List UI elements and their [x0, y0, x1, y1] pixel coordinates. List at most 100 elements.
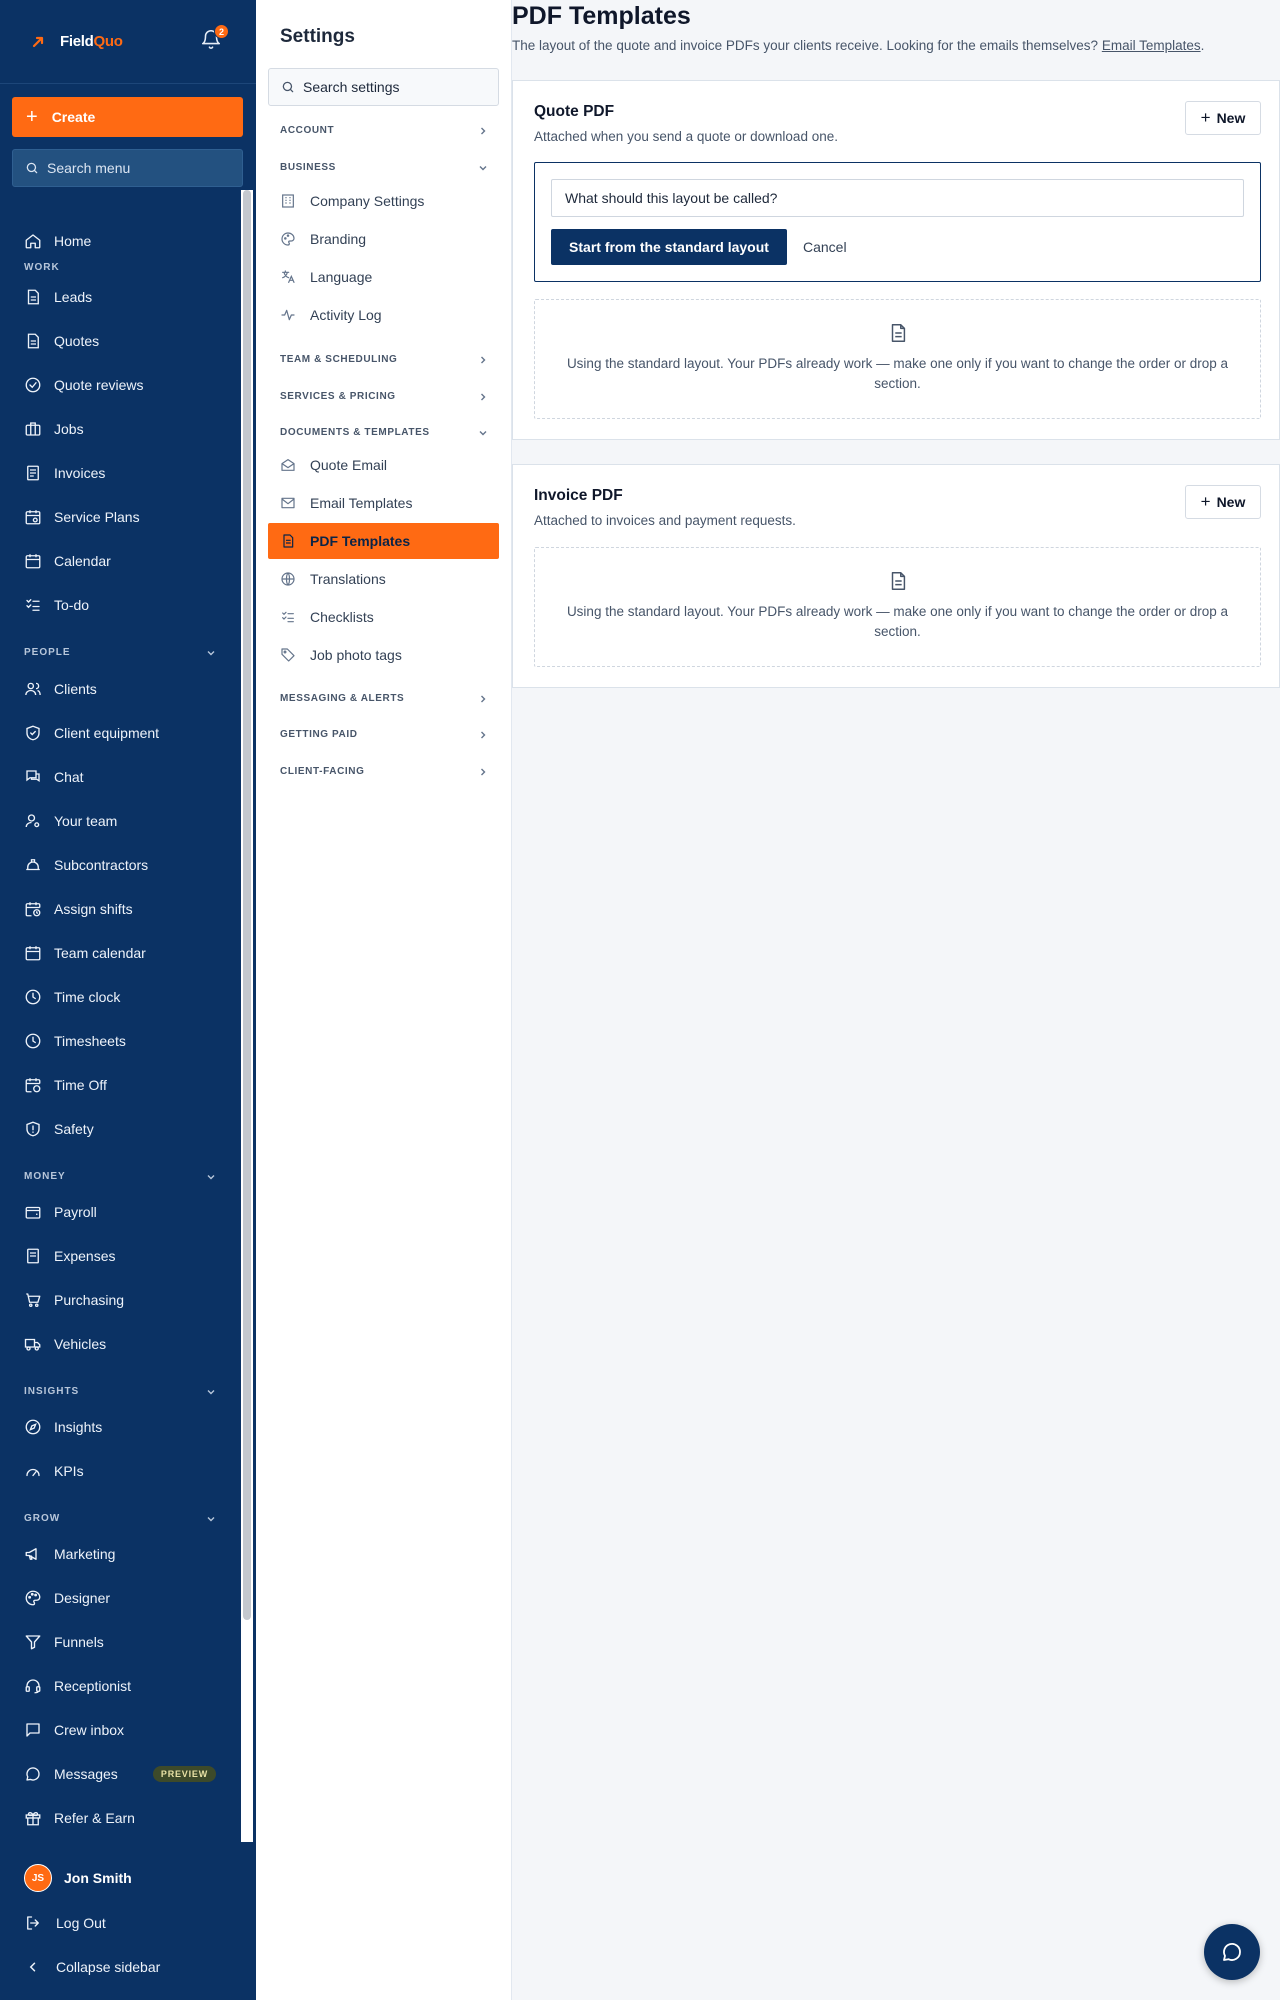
sidebar-item-time-off[interactable]: Time Off: [0, 1067, 240, 1103]
sidebar-item-crew-inbox[interactable]: Crew inbox: [0, 1712, 240, 1748]
sidebar-item-messages[interactable]: Messages PREVIEW: [0, 1756, 240, 1792]
sidebar-item-purchasing[interactable]: Purchasing: [0, 1282, 240, 1318]
quote-pdf-subtitle: Attached when you send a quote or downlo…: [534, 129, 838, 144]
settings-item-pdf-templates[interactable]: PDF Templates: [268, 523, 499, 559]
receipt-icon: [27, 465, 39, 481]
sidebar-item-funnels[interactable]: Funnels: [0, 1624, 240, 1660]
sidebar-item-your-team[interactable]: Your team: [0, 803, 240, 839]
sidebar-item-team-calendar[interactable]: Team calendar: [0, 935, 240, 971]
gift-icon: [25, 1811, 41, 1826]
settings-item-language[interactable]: Language: [268, 259, 499, 295]
chevron-down-icon: [207, 1389, 215, 1394]
sidebar-item-leads[interactable]: Leads: [0, 279, 240, 315]
settings-item-activity-log[interactable]: Activity Log: [268, 297, 499, 333]
sidebar-item-chat[interactable]: Chat: [0, 759, 240, 795]
new-quote-template-button[interactable]: + New: [1185, 101, 1261, 135]
sidebar-item-subcontractors[interactable]: Subcontractors: [0, 847, 240, 883]
chevron-down-icon: [207, 1174, 215, 1179]
plus-icon: +: [1200, 492, 1211, 511]
create-button[interactable]: + Create: [12, 97, 243, 137]
settings-section-documents-templates[interactable]: DOCUMENTS & TEMPLATES: [280, 427, 488, 438]
search-settings-input[interactable]: Search settings: [268, 68, 499, 106]
sidebar-item-kpis[interactable]: KPIs: [0, 1453, 240, 1489]
settings-item-translations[interactable]: Translations: [268, 561, 499, 597]
sidebar-item-vehicles[interactable]: Vehicles: [0, 1326, 240, 1362]
settings-item-checklists[interactable]: Checklists: [268, 599, 499, 635]
settings-section-client-facing[interactable]: CLIENT-FACING: [280, 766, 488, 777]
section-work: WORK: [24, 262, 60, 273]
settings-nav: Settings Search settings ACCOUNT BUSINES…: [256, 0, 512, 2000]
sidebar-item-to-do[interactable]: To-do: [0, 587, 240, 623]
invoice-pdf-title: Invoice PDF: [534, 487, 623, 504]
sidebar-item-quote-reviews[interactable]: Quote reviews: [0, 367, 240, 403]
logout-icon: [27, 1916, 39, 1930]
mail-icon: [281, 497, 295, 509]
settings-section-business[interactable]: BUSINESS: [280, 162, 488, 173]
sidebar-item-refer-earn[interactable]: Refer & Earn: [0, 1800, 240, 1836]
brand-name[interactable]: FieldQuo: [60, 33, 123, 50]
sidebar-item-home[interactable]: Home: [0, 223, 240, 259]
search-icon: [26, 162, 38, 174]
sidebar-item-calendar[interactable]: Calendar: [0, 543, 240, 579]
sidebar-item-invoices[interactable]: Invoices: [0, 455, 240, 491]
settings-item-job-photo-tags[interactable]: Job photo tags: [268, 637, 499, 673]
sidebar-item-clients[interactable]: Clients: [0, 671, 240, 707]
settings-section-services-pricing[interactable]: SERVICES & PRICING: [280, 391, 488, 402]
scrollbar-thumb[interactable]: [243, 190, 251, 1620]
chat-support-button[interactable]: [1204, 1924, 1260, 1980]
file-text-icon: [283, 534, 294, 548]
translate-icon: [282, 270, 295, 283]
user-profile[interactable]: JS Jon Smith: [24, 1864, 132, 1892]
section-insights[interactable]: INSIGHTS: [24, 1386, 216, 1397]
sidebar-item-payroll[interactable]: Payroll: [0, 1194, 240, 1230]
plus-icon: +: [1200, 108, 1211, 127]
sidebar-item-client-equipment[interactable]: Client equipment: [0, 715, 240, 751]
section-people[interactable]: PEOPLE: [24, 647, 216, 658]
start-from-standard-button[interactable]: Start from the standard layout: [551, 229, 787, 265]
collapse-sidebar-button[interactable]: Collapse sidebar: [24, 1958, 160, 1976]
sidebar-item-service-plans[interactable]: Service Plans: [0, 499, 240, 535]
notifications-bell-icon[interactable]: 2: [200, 24, 229, 54]
sidebar-item-receptionist[interactable]: Receptionist: [0, 1668, 240, 1704]
section-money[interactable]: MONEY: [24, 1171, 216, 1182]
check-circle-icon: [25, 377, 41, 393]
settings-section-getting-paid[interactable]: GETTING PAID: [280, 729, 488, 740]
sidebar-item-time-clock[interactable]: Time clock: [0, 979, 240, 1015]
settings-section-team-scheduling[interactable]: TEAM & SCHEDULING: [280, 354, 488, 365]
chevron-right-icon: [481, 356, 486, 363]
sidebar-item-safety[interactable]: Safety: [0, 1111, 240, 1147]
cancel-button[interactable]: Cancel: [803, 229, 847, 265]
section-grow[interactable]: GROW: [24, 1513, 216, 1524]
settings-item-branding[interactable]: Branding: [268, 221, 499, 257]
checklist-icon: [282, 611, 294, 623]
message-square-icon: [26, 1723, 40, 1737]
home-icon: [25, 234, 41, 249]
email-templates-link[interactable]: Email Templates: [1102, 38, 1201, 53]
settings-item-quote-email[interactable]: Quote Email: [268, 447, 499, 483]
new-invoice-template-button[interactable]: + New: [1185, 485, 1261, 519]
sidebar-item-insights[interactable]: Insights: [0, 1409, 240, 1445]
chevron-down-icon: [207, 650, 215, 655]
settings-item-email-templates[interactable]: Email Templates: [268, 485, 499, 521]
layout-name-input[interactable]: What should this layout be called?: [551, 179, 1244, 217]
chevron-left-icon: [29, 1962, 36, 1972]
shield-alert-icon: [26, 1121, 40, 1137]
sidebar-item-timesheets[interactable]: Timesheets: [0, 1023, 240, 1059]
sidebar-item-marketing[interactable]: Marketing: [0, 1536, 240, 1572]
search-icon: [282, 81, 294, 93]
sidebar-item-jobs[interactable]: Jobs: [0, 411, 240, 447]
settings-section-messaging-alerts[interactable]: MESSAGING & ALERTS: [280, 693, 488, 704]
chevron-right-icon: [481, 768, 486, 775]
truck-icon: [24, 1338, 41, 1351]
sidebar-item-designer[interactable]: Designer: [0, 1580, 240, 1616]
sidebar-item-quotes[interactable]: Quotes: [0, 323, 240, 359]
logout-button[interactable]: Log Out: [24, 1914, 106, 1932]
search-menu-input[interactable]: Search menu: [12, 149, 243, 187]
calendar-icon: [25, 946, 41, 961]
settings-section-account[interactable]: ACCOUNT: [280, 125, 488, 136]
sidebar-item-assign-shifts[interactable]: Assign shifts: [0, 891, 240, 927]
sidebar-item-expenses[interactable]: Expenses: [0, 1238, 240, 1274]
chevron-down-icon: [479, 165, 487, 170]
sidebar-scrollbar[interactable]: [241, 190, 253, 1842]
settings-item-company-settings[interactable]: Company Settings: [268, 183, 499, 219]
